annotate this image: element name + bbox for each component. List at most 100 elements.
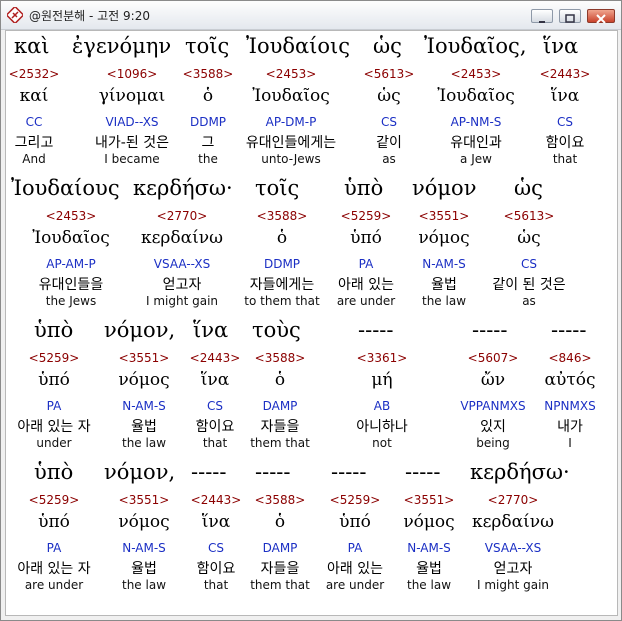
lemma-word: ὡς bbox=[517, 228, 541, 248]
strong-number[interactable]: <2453> bbox=[46, 209, 97, 223]
morph-code: AP-AM-P bbox=[46, 257, 96, 271]
greek-word[interactable]: ὑπὸ bbox=[344, 176, 383, 200]
strong-number[interactable]: <5259> bbox=[330, 493, 381, 507]
greek-word[interactable]: Ἰουδαίοις bbox=[246, 34, 350, 58]
strong-number[interactable]: <2770> bbox=[488, 493, 539, 507]
strong-number[interactable]: <2453> bbox=[451, 67, 502, 81]
english-gloss: the law bbox=[421, 294, 467, 308]
strong-number[interactable]: <5613> bbox=[364, 67, 415, 81]
close-button[interactable] bbox=[587, 9, 615, 24]
korean-gloss: 율법 bbox=[131, 419, 157, 435]
strong-number[interactable]: <1096> bbox=[107, 67, 158, 81]
english-gloss: not bbox=[372, 436, 392, 450]
greek-word[interactable]: κερδήσω· bbox=[470, 460, 570, 484]
english-gloss: them that bbox=[250, 436, 310, 450]
strong-number[interactable]: <3551> bbox=[119, 351, 170, 365]
morph-code: VPPANMXS bbox=[460, 399, 526, 413]
greek-word[interactable]: νόμον, bbox=[104, 318, 175, 342]
strong-number[interactable]: <5259> bbox=[29, 493, 80, 507]
greek-word[interactable]: ----- bbox=[255, 460, 290, 484]
morph-code: PA bbox=[358, 257, 374, 271]
morph-code: AB bbox=[373, 399, 391, 413]
greek-word[interactable]: Ἰουδαίους bbox=[11, 176, 120, 200]
strong-number[interactable]: <3588> bbox=[257, 209, 308, 223]
lemma-word: μή bbox=[371, 370, 393, 390]
korean-gloss: 유대인들에게는 bbox=[245, 135, 337, 151]
lemma-word: γίνομαι bbox=[98, 86, 166, 106]
english-gloss: as bbox=[382, 152, 396, 166]
korean-gloss: 아래 있는 bbox=[327, 561, 383, 577]
strong-number[interactable]: <3361> bbox=[357, 351, 408, 365]
greek-word[interactable]: ἵνα bbox=[543, 34, 578, 58]
greek-word[interactable]: ὑπὸ bbox=[34, 318, 73, 342]
strong-number[interactable]: <3551> bbox=[419, 209, 470, 223]
english-gloss: under bbox=[36, 436, 72, 450]
greek-word[interactable]: νόμον, bbox=[104, 460, 175, 484]
strong-number[interactable]: <5607> bbox=[468, 351, 519, 365]
morph-code: DAMP bbox=[262, 399, 298, 413]
korean-gloss: 율법 bbox=[131, 561, 157, 577]
strong-number[interactable]: <3551> bbox=[119, 493, 170, 507]
strong-number[interactable]: <3588> bbox=[255, 493, 306, 507]
strong-number[interactable]: <5259> bbox=[341, 209, 392, 223]
greek-word[interactable]: νόμον bbox=[412, 176, 476, 200]
greek-word[interactable]: κερδήσω· bbox=[133, 176, 233, 200]
lemma-word: ἵνα bbox=[550, 86, 580, 106]
greek-word[interactable]: τοῖς bbox=[185, 34, 229, 58]
morph-code: CS bbox=[208, 541, 224, 555]
strong-number[interactable]: <2532> bbox=[9, 67, 60, 81]
greek-word[interactable]: ἐγενόμην bbox=[72, 34, 171, 58]
strong-number[interactable]: <2443> bbox=[190, 351, 241, 365]
title-bar[interactable]: @원전분해 - 고전 9:20 bbox=[1, 1, 621, 30]
app-icon bbox=[7, 7, 23, 23]
korean-gloss: 내가-된 것은 bbox=[95, 135, 169, 151]
strong-number[interactable]: <2443> bbox=[540, 67, 591, 81]
korean-gloss: 같이 bbox=[376, 135, 402, 151]
morph-code: PA bbox=[46, 541, 62, 555]
korean-gloss: 아래 있는 bbox=[338, 277, 394, 293]
greek-word[interactable]: καὶ bbox=[14, 34, 50, 58]
strong-number[interactable]: <5259> bbox=[29, 351, 80, 365]
strong-number[interactable]: <5613> bbox=[504, 209, 555, 223]
english-gloss: I might gain bbox=[145, 294, 219, 308]
greek-word[interactable]: ὑπὸ bbox=[34, 460, 73, 484]
greek-word[interactable]: ----- bbox=[331, 460, 366, 484]
english-gloss: a Jew bbox=[460, 152, 492, 166]
strong-number[interactable]: <2770> bbox=[157, 209, 208, 223]
greek-word[interactable]: ----- bbox=[551, 318, 586, 342]
english-gloss: the law bbox=[121, 578, 167, 592]
strong-number[interactable]: <2453> bbox=[266, 67, 317, 81]
lemma-word: καί bbox=[19, 86, 49, 106]
english-gloss: that bbox=[552, 152, 578, 166]
lemma-word: ὑπό bbox=[38, 512, 70, 532]
maximize-button[interactable] bbox=[559, 9, 581, 23]
greek-word[interactable]: ----- bbox=[472, 318, 507, 342]
morph-code: CS bbox=[207, 399, 223, 413]
morph-code: DDMP bbox=[189, 115, 227, 129]
greek-word[interactable]: ----- bbox=[358, 318, 393, 342]
greek-word[interactable]: ----- bbox=[405, 460, 440, 484]
greek-word[interactable]: τοῖς bbox=[255, 176, 299, 200]
english-gloss: the Jews bbox=[45, 294, 97, 308]
strong-number[interactable]: <846> bbox=[548, 351, 591, 365]
greek-word[interactable]: Ἰουδαῖος, bbox=[424, 34, 527, 58]
korean-gloss: 유대인과 bbox=[450, 135, 502, 151]
strong-number[interactable]: <3588> bbox=[255, 351, 306, 365]
korean-gloss: 내가 bbox=[557, 419, 583, 435]
minimize-button[interactable] bbox=[531, 9, 553, 23]
lemma-word: ὑπό bbox=[350, 228, 382, 248]
greek-word[interactable]: ὡς bbox=[514, 176, 543, 200]
strong-number[interactable]: <2443> bbox=[191, 493, 242, 507]
greek-word[interactable]: ----- bbox=[191, 460, 226, 484]
greek-word[interactable]: ἵνα bbox=[193, 318, 228, 342]
english-gloss: are under bbox=[24, 578, 84, 592]
lemma-word: ὑπό bbox=[38, 370, 70, 390]
interlinear-view[interactable]: καὶ ἐγενόμην τοῖς Ἰουδαίοις ὡς Ἰουδαῖος, ἵνα <2… bbox=[5, 30, 618, 616]
english-gloss: to them that bbox=[244, 294, 320, 308]
korean-gloss: 함이요 bbox=[195, 419, 235, 435]
greek-word[interactable]: τοὺς bbox=[252, 318, 301, 342]
strong-number[interactable]: <3551> bbox=[404, 493, 455, 507]
strong-number[interactable]: <3588> bbox=[183, 67, 234, 81]
greek-word[interactable]: ὡς bbox=[373, 34, 402, 58]
morph-code: AP-DM-P bbox=[265, 115, 317, 129]
